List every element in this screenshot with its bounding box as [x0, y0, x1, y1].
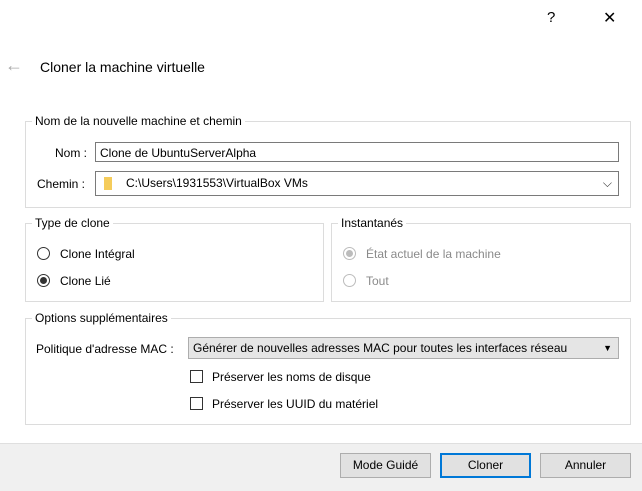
- group-legend: Options supplémentaires: [32, 311, 171, 325]
- all-snapshots-label: Tout: [366, 274, 389, 288]
- mac-policy-value: Générer de nouvelles adresses MAC pour t…: [193, 341, 568, 355]
- full-clone-label[interactable]: Clone Intégral: [60, 247, 135, 261]
- group-legend: Nom de la nouvelle machine et chemin: [32, 114, 245, 128]
- name-label: Nom :: [55, 146, 88, 160]
- linked-clone-radio[interactable]: [37, 274, 50, 287]
- current-state-radio: [343, 247, 356, 260]
- linked-clone-label[interactable]: Clone Lié: [60, 274, 111, 288]
- close-button[interactable]: ✕: [603, 8, 616, 28]
- dropdown-arrow-icon: ▼: [603, 343, 612, 353]
- snapshots-group: Instantanés: [331, 216, 631, 302]
- clone-type-group: Type de clone: [25, 216, 324, 302]
- keep-disk-names-checkbox[interactable]: [190, 370, 203, 383]
- group-legend: Instantanés: [338, 216, 407, 230]
- help-button[interactable]: ?: [547, 9, 555, 26]
- mac-policy-select[interactable]: Générer de nouvelles adresses MAC pour t…: [188, 337, 619, 359]
- page-title: Cloner la machine virtuelle: [40, 59, 205, 75]
- path-value: C:\Users\1931553\VirtualBox VMs: [126, 176, 308, 190]
- full-clone-radio[interactable]: [37, 247, 50, 260]
- keep-uuids-label[interactable]: Préserver les UUID du matériel: [212, 397, 378, 411]
- name-input[interactable]: Clone de UbuntuServerAlpha: [95, 142, 619, 162]
- path-select[interactable]: C:\Users\1931553\VirtualBox VMs ⌵: [95, 171, 619, 196]
- group-legend: Type de clone: [32, 216, 113, 230]
- folder-icon: [104, 177, 112, 190]
- keep-disk-names-label[interactable]: Préserver les noms de disque: [212, 370, 371, 384]
- path-label: Chemin :: [37, 177, 86, 191]
- mac-policy-label: Politique d'adresse MAC :: [36, 342, 174, 356]
- keep-uuids-checkbox[interactable]: [190, 397, 203, 410]
- all-snapshots-radio: [343, 274, 356, 287]
- back-arrow-icon[interactable]: ←: [5, 55, 23, 76]
- chevron-down-icon: ⌵: [602, 176, 612, 190]
- clone-button[interactable]: Cloner: [440, 453, 531, 478]
- cancel-button[interactable]: Annuler: [540, 453, 631, 478]
- guided-mode-button[interactable]: Mode Guidé: [340, 453, 431, 478]
- current-state-label: État actuel de la machine: [366, 247, 501, 261]
